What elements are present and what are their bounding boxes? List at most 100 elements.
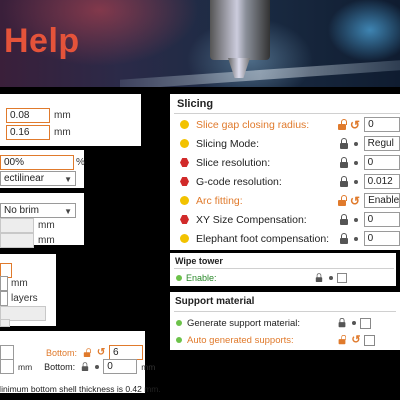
status-hex-icon <box>180 158 189 167</box>
status-dot-icon <box>180 139 189 148</box>
status-dot-icon <box>180 196 189 205</box>
lock-icon[interactable] <box>336 118 348 131</box>
default-bullet-icon <box>352 321 356 325</box>
brim-separation-input[interactable] <box>0 233 34 248</box>
lock-icon[interactable] <box>337 334 347 345</box>
support-material-panel: Support material Generate support materi… <box>170 292 400 350</box>
skirt-distance-input[interactable] <box>0 276 8 291</box>
auto-supports-label: Auto generated supports: <box>187 334 294 346</box>
slicing-row: Arc fitting: ↺ Enable <box>180 193 400 208</box>
help-banner: Help <box>0 0 400 87</box>
arc-fitting-select[interactable]: Enable <box>364 193 400 208</box>
unit-label: mm <box>38 220 55 231</box>
unit-label: mm <box>54 127 71 138</box>
printer-nozzle <box>210 0 270 60</box>
slicing-row: Slicing Mode: Regul <box>180 136 400 151</box>
status-dot-icon <box>176 320 182 326</box>
elephant-foot-input[interactable]: 0 <box>363 231 400 246</box>
skirt-min-length-input[interactable] <box>0 319 10 327</box>
gcode-resolution-label: G-code resolution: <box>196 175 282 188</box>
default-bullet-icon <box>95 364 100 369</box>
divider <box>174 268 394 269</box>
lock-icon[interactable] <box>338 156 350 169</box>
generate-support-label: Generate support material: <box>187 317 301 329</box>
unit-label: mm <box>18 361 33 372</box>
lock-icon[interactable] <box>314 273 324 283</box>
brim-width-input[interactable] <box>0 218 34 233</box>
support-title: Support material <box>175 296 255 307</box>
skirt-height-input[interactable] <box>0 291 8 306</box>
first-layer-height-input[interactable]: 0.16 <box>6 125 50 140</box>
default-bullet-icon <box>353 141 358 146</box>
printer-rail <box>120 60 400 87</box>
default-bullet-icon <box>353 179 358 184</box>
layer-height-panel: 0.08 mm 0.16 mm <box>0 94 141 146</box>
wipe-tower-enable-checkbox[interactable] <box>337 273 347 283</box>
slicing-row: XY Size Compensation: 0 <box>180 212 400 227</box>
default-bullet-icon <box>329 276 333 280</box>
fill-density-select[interactable]: 00% <box>0 155 74 170</box>
status-dot-icon <box>180 120 189 129</box>
unit-label: mm <box>54 110 71 121</box>
default-bullet-icon <box>353 217 358 222</box>
fill-pattern-select[interactable]: ectilinear ▼ <box>0 171 76 186</box>
infill-panel: 00% % ectilinear ▼ <box>0 150 85 188</box>
auto-supports-checkbox[interactable] <box>364 334 375 346</box>
undo-icon[interactable]: ↺ <box>350 334 362 346</box>
chevron-down-icon: ▼ <box>64 207 72 216</box>
default-bullet-icon <box>353 160 358 165</box>
slice-resolution-input[interactable]: 0 <box>363 155 400 170</box>
percent-unit: % <box>76 157 85 168</box>
generate-support-checkbox[interactable] <box>360 317 371 329</box>
status-dot-icon <box>180 234 189 243</box>
brim-type-select[interactable]: No brim ▼ <box>0 203 76 218</box>
brim-panel: No brim ▼ mm mm <box>0 193 84 248</box>
slicing-mode-label: Slicing Mode: <box>196 137 260 150</box>
wipe-tower-title: Wipe tower <box>175 256 223 266</box>
slicing-title: Slicing <box>177 98 214 110</box>
help-title: Help <box>4 22 80 60</box>
undo-icon[interactable]: ↺ <box>95 347 107 359</box>
gcode-resolution-input[interactable]: 0.012 <box>363 174 400 189</box>
slice-gap-label: Slice gap closing radius: <box>196 118 310 131</box>
top-thickness-input[interactable] <box>0 359 14 374</box>
lock-icon[interactable] <box>338 137 350 150</box>
slice-resolution-label: Slice resolution: <box>196 156 271 169</box>
slicing-mode-select[interactable]: Regul <box>363 136 400 151</box>
lock-icon[interactable] <box>80 361 90 372</box>
undo-icon[interactable]: ↺ <box>350 119 360 131</box>
divider <box>174 311 396 312</box>
xy-size-comp-input[interactable]: 0 <box>363 212 400 227</box>
layer-height-input[interactable]: 0.08 <box>6 108 50 123</box>
slice-gap-input[interactable]: 0 <box>364 117 400 132</box>
lock-icon[interactable] <box>82 347 92 358</box>
lock-icon[interactable] <box>337 317 347 328</box>
bottom-thickness-label: Bottom: <box>44 361 76 372</box>
unit-label: mm <box>38 235 55 246</box>
lock-icon[interactable] <box>338 213 350 226</box>
top-layers-input[interactable] <box>0 345 14 360</box>
lock-icon[interactable] <box>338 232 350 245</box>
lock-icon[interactable] <box>338 175 350 188</box>
unit-label: mm <box>141 361 156 372</box>
bottom-thickness-input[interactable]: 0 <box>103 359 138 374</box>
wipe-tower-enable-label: Enable: <box>186 273 217 283</box>
brim-type-value: No brim <box>4 205 40 216</box>
slicing-row: G-code resolution: 0.012 <box>180 174 400 189</box>
status-dot-icon <box>176 337 182 343</box>
slicing-row: Slice resolution: 0 <box>180 155 400 170</box>
undo-icon[interactable]: ↺ <box>350 195 360 207</box>
elephant-foot-label: Elephant foot compensation: <box>196 232 330 245</box>
shells-panel: Bottom: ↺ 6 mm Bottom: 0 mm Minimum bott… <box>0 331 161 394</box>
skirt-panel: mm layers <box>0 254 56 327</box>
chevron-down-icon: ▼ <box>64 175 72 184</box>
fill-density-value: 00% <box>4 157 25 168</box>
fill-pattern-value: ectilinear <box>4 173 45 184</box>
slicing-row: Slice gap closing radius: ↺ 0 <box>180 117 400 132</box>
bottom-layers-input[interactable]: 6 <box>109 345 144 360</box>
status-hex-icon <box>180 215 189 224</box>
xy-size-comp-label: XY Size Compensation: <box>196 213 307 226</box>
unit-label: mm <box>11 278 28 289</box>
top-layers-label: Bottom: <box>46 347 78 358</box>
lock-icon[interactable] <box>336 194 348 207</box>
